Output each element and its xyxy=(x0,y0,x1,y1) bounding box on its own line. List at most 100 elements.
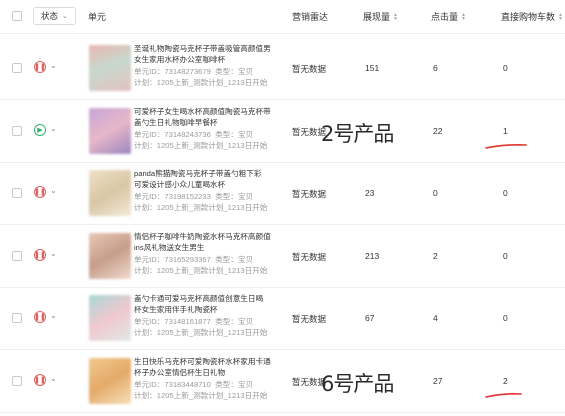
chevron-down-icon[interactable]: ⌄ xyxy=(50,61,57,70)
table-row[interactable]: ▶ ⌄ 可爱杯子女生喝水杯高颜值陶瓷马克杯带 盖勺生日礼物咖啡早餐杯 单元ID：… xyxy=(0,100,565,163)
chevron-down-icon[interactable]: ⌄ xyxy=(50,124,57,133)
unit-title-line2[interactable]: 可爱设计感小众儿童喝水杯 xyxy=(134,179,284,190)
unit-type: 类型：宝贝 xyxy=(215,379,254,389)
unit-info: 生日快乐马克杯可爱陶瓷杯水杯家用卡通 杯子办公室情侣杯生日礼物 单元ID：731… xyxy=(134,356,284,402)
sort-icon[interactable]: ▲ ▼ xyxy=(558,12,563,21)
status-filter-label: 状态 xyxy=(41,11,59,21)
unit-id: 单元ID：73148273679 xyxy=(134,66,211,76)
unit-type: 类型：宝贝 xyxy=(215,66,254,76)
pause-icon[interactable]: ❚❚ xyxy=(34,311,46,323)
col-cart-label: 直接购物车数 xyxy=(501,12,556,22)
product-thumbnail[interactable] xyxy=(89,295,131,341)
pause-icon[interactable]: ❚❚ xyxy=(34,374,46,386)
unit-type: 类型：宝贝 xyxy=(215,191,254,201)
unit-meta: 单元ID：73165293367 类型：宝贝 xyxy=(134,254,284,265)
pause-icon[interactable]: ❚❚ xyxy=(34,61,46,73)
unit-plan: 计划：1205上新_测款计划_1213日开始 xyxy=(134,203,268,213)
clicks-cell: 27 xyxy=(433,376,443,386)
col-clicks-header[interactable]: 点击量 ▲ ▼ xyxy=(431,0,466,33)
chevron-down-icon[interactable]: ⌄ xyxy=(50,186,57,195)
unit-info: 盖勺卡通可爱马克杯高颜值创意生日喝 杯女生家用伴手礼陶瓷杯 单元ID：73148… xyxy=(134,293,284,339)
unit-info: panda熊猫陶瓷马克杯子带盖勺粗下彩 可爱设计感小众儿童喝水杯 单元ID：73… xyxy=(134,168,284,214)
unit-title-line1[interactable]: 可爱杯子女生喝水杯高颜值陶瓷马克杯带 xyxy=(134,106,284,117)
table-row[interactable]: ❚❚ ⌄ 圣诞礼物陶瓷马克杯子带盖吸管高颜值男 女生家用水杯办公室咖啡杯 单元I… xyxy=(0,37,565,100)
unit-title-line2[interactable]: 女生家用水杯办公室咖啡杯 xyxy=(134,54,284,65)
unit-title-line1[interactable]: 盖勺卡通可爱马克杯高颜值创意生日喝 xyxy=(134,293,284,304)
unit-title-line1[interactable]: 情侣杯子咖啡牛奶陶瓷水杯马克杯高颜值 xyxy=(134,231,284,242)
unit-meta: 单元ID：73148161877 类型：宝贝 xyxy=(134,316,284,327)
unit-type: 类型：宝贝 xyxy=(215,254,254,264)
table-row[interactable]: ❚❚ ⌄ 生日快乐马克杯可爱陶瓷杯水杯家用卡通 杯子办公室情侣杯生日礼物 单元I… xyxy=(0,350,565,413)
clicks-cell: 2 xyxy=(433,251,438,261)
product-thumbnail[interactable] xyxy=(89,233,131,279)
unit-meta: 单元ID：73148273679 类型：宝贝 xyxy=(134,66,284,77)
impressions-cell: 6号产品 xyxy=(321,372,394,396)
impressions-cell: 151 xyxy=(365,63,380,73)
cart-cell: 1 xyxy=(503,126,508,136)
col-radar-header: 营销雷达 xyxy=(292,12,329,22)
unit-id: 单元ID：73165293367 xyxy=(134,254,211,264)
product-thumbnail[interactable] xyxy=(89,358,131,404)
unit-info: 圣诞礼物陶瓷马克杯子带盖吸管高颜值男 女生家用水杯办公室咖啡杯 单元ID：731… xyxy=(134,43,284,89)
select-all-checkbox[interactable] xyxy=(12,11,22,21)
unit-plan: 计划：1205上新_测款计划_1213日开始 xyxy=(134,391,268,401)
unit-title-line2[interactable]: 杯女生家用伴手礼陶瓷杯 xyxy=(134,304,284,315)
product-thumbnail[interactable] xyxy=(89,170,131,216)
unit-id: 单元ID：73183448710 xyxy=(134,379,211,389)
row-checkbox[interactable] xyxy=(12,376,22,386)
table-row[interactable]: ❚❚ ⌄ 情侣杯子咖啡牛奶陶瓷水杯马克杯高颜值 ins风礼物送女生男生 单元ID… xyxy=(0,225,565,288)
row-checkbox[interactable] xyxy=(12,126,22,136)
chevron-down-icon[interactable]: ⌄ xyxy=(50,311,57,320)
clicks-cell: 4 xyxy=(433,313,438,323)
clicks-cell: 0 xyxy=(433,188,438,198)
chevron-down-icon[interactable]: ⌄ xyxy=(50,374,57,383)
unit-meta: 单元ID：73183448710 类型：宝贝 xyxy=(134,379,284,390)
cart-cell: 0 xyxy=(503,313,508,323)
cart-cell: 0 xyxy=(503,251,508,261)
clicks-cell: 22 xyxy=(433,126,443,136)
chevron-down-icon[interactable]: ⌄ xyxy=(50,249,57,258)
table-row[interactable]: ❚❚ ⌄ 盖勺卡通可爱马克杯高颜值创意生日喝 杯女生家用伴手礼陶瓷杯 单元ID：… xyxy=(0,287,565,350)
table-row[interactable]: ❚❚ ⌄ panda熊猫陶瓷马克杯子带盖勺粗下彩 可爱设计感小众儿童喝水杯 单元… xyxy=(0,162,565,225)
impressions-cell: 67 xyxy=(365,313,375,323)
pause-icon[interactable]: ❚❚ xyxy=(34,249,46,261)
unit-meta: 单元ID：73148243736 类型：宝贝 xyxy=(134,129,284,140)
row-checkbox[interactable] xyxy=(12,313,22,323)
col-unit-header: 单元 xyxy=(88,12,107,22)
unit-info: 情侣杯子咖啡牛奶陶瓷水杯马克杯高颜值 ins风礼物送女生男生 单元ID：7316… xyxy=(134,231,284,277)
sort-icon[interactable]: ▲ ▼ xyxy=(393,12,398,21)
radar-cell: 暂无数据 xyxy=(292,189,327,199)
unit-meta: 单元ID：73198152233 类型：宝贝 xyxy=(134,191,284,202)
row-checkbox[interactable] xyxy=(12,63,22,73)
impressions-cell: 213 xyxy=(365,251,380,261)
col-clicks-label: 点击量 xyxy=(431,12,459,22)
sort-icon[interactable]: ▲ ▼ xyxy=(461,12,466,21)
col-cart-header[interactable]: 直接购物车数 ▲ ▼ xyxy=(501,0,563,33)
unit-title-line1[interactable]: 生日快乐马克杯可爱陶瓷杯水杯家用卡通 xyxy=(134,356,284,367)
unit-title-line2[interactable]: ins风礼物送女生男生 xyxy=(134,242,284,253)
unit-title-line2[interactable]: 盖勺生日礼物咖啡早餐杯 xyxy=(134,117,284,128)
cart-cell: 0 xyxy=(503,188,508,198)
unit-type: 类型：宝贝 xyxy=(215,316,254,326)
unit-title-line2[interactable]: 杯子办公室情侣杯生日礼物 xyxy=(134,367,284,378)
radar-cell: 暂无数据 xyxy=(292,314,327,324)
status-filter-dropdown[interactable]: 状态 ⌄ xyxy=(33,7,76,25)
unit-title-line1[interactable]: 圣诞礼物陶瓷马克杯子带盖吸管高颜值男 xyxy=(134,43,284,54)
play-icon[interactable]: ▶ xyxy=(34,124,46,136)
col-impressions-header[interactable]: 展现量 ▲ ▼ xyxy=(363,0,398,33)
unit-id: 单元ID：73148243736 xyxy=(134,129,211,139)
row-checkbox[interactable] xyxy=(12,251,22,261)
cart-cell: 0 xyxy=(503,63,508,73)
unit-title-line1[interactable]: panda熊猫陶瓷马克杯子带盖勺粗下彩 xyxy=(134,168,284,179)
unit-id: 单元ID：73148161877 xyxy=(134,316,211,326)
cart-cell: 2 xyxy=(503,376,508,386)
unit-plan: 计划：1205上新_测款计划_1213日开始 xyxy=(134,328,268,338)
unit-id: 单元ID：73198152233 xyxy=(134,191,211,201)
unit-plan: 计划：1205上新_测款计划_1213日开始 xyxy=(134,266,268,276)
chevron-down-icon: ⌄ xyxy=(62,13,68,20)
pause-icon[interactable]: ❚❚ xyxy=(34,186,46,198)
row-checkbox[interactable] xyxy=(12,188,22,198)
product-thumbnail[interactable] xyxy=(89,108,131,154)
col-impressions-label: 展现量 xyxy=(363,12,391,22)
product-thumbnail[interactable] xyxy=(89,45,131,91)
